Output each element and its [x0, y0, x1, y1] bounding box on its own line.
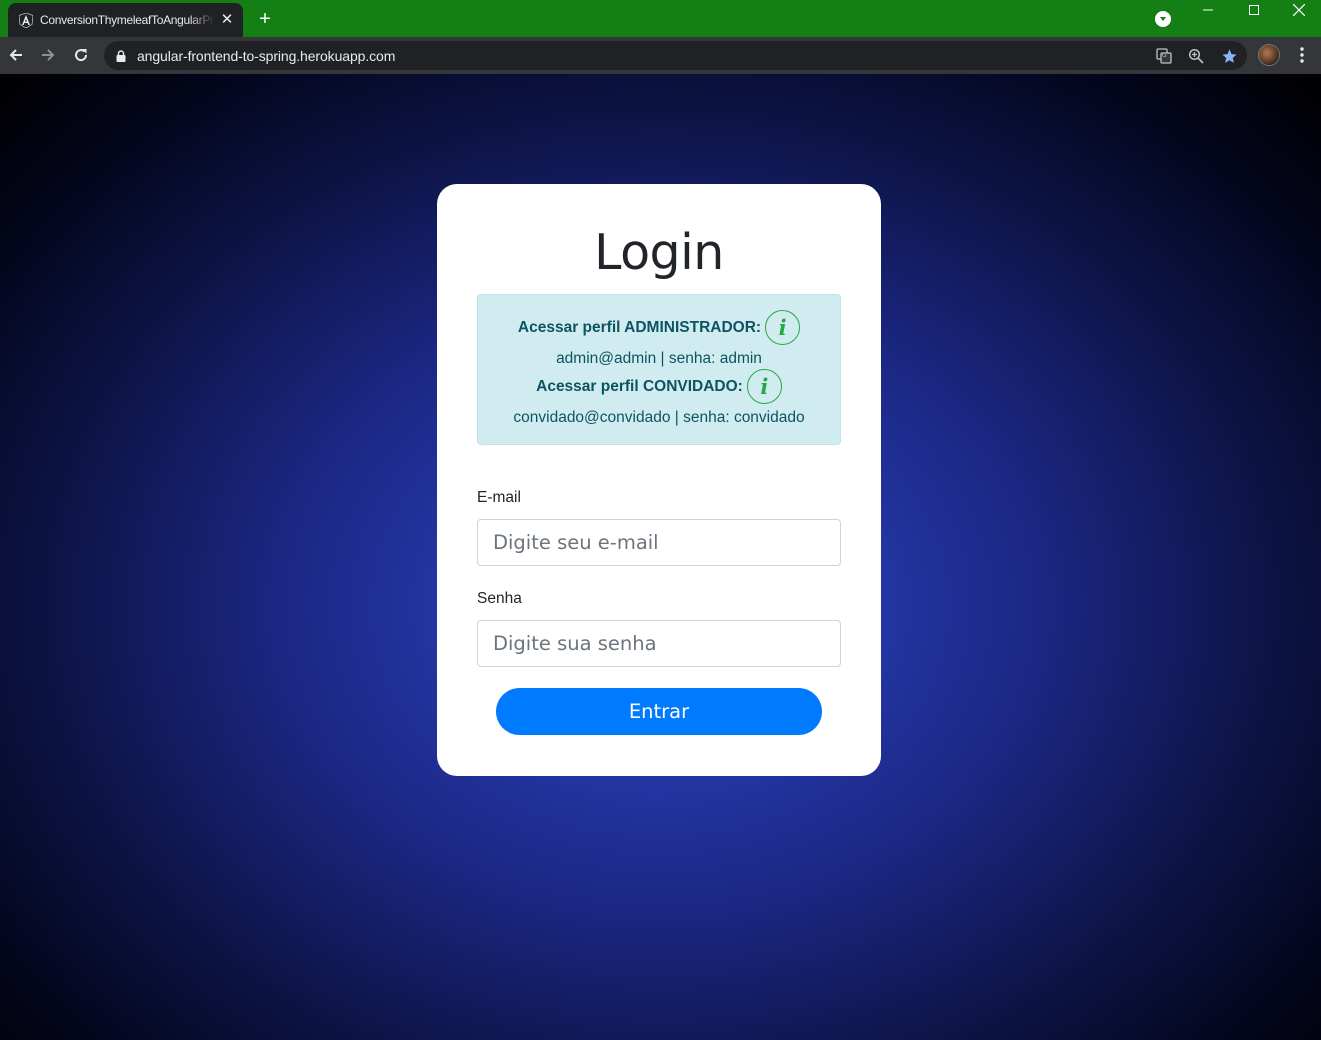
credentials-alert: Acessar perfil ADMINISTRADOR: i admin@ad… — [477, 294, 841, 445]
back-icon[interactable] — [4, 43, 28, 67]
admin-profile-line: Acessar perfil ADMINISTRADOR: i — [478, 310, 840, 345]
translate-icon[interactable]: G — [1154, 46, 1174, 66]
guest-profile-label: Acessar perfil CONVIDADO: — [536, 377, 743, 395]
page-background: Login Acessar perfil ADMINISTRADOR: i ad… — [0, 74, 1321, 1040]
password-label: Senha — [477, 590, 522, 607]
login-card: Login Acessar perfil ADMINISTRADOR: i ad… — [437, 184, 881, 776]
browser-tab[interactable]: ConversionThymeleafToAngularProject ✕ — [8, 3, 243, 37]
admin-profile-label: Acessar perfil ADMINISTRADOR: — [517, 318, 762, 336]
address-bar[interactable]: angular-frontend-to-spring.herokuapp.com… — [104, 41, 1247, 70]
angular-icon — [18, 12, 34, 28]
more-menu-icon[interactable] — [1292, 44, 1312, 66]
download-icon[interactable] — [1155, 11, 1171, 27]
close-window-icon[interactable] — [1276, 0, 1321, 20]
svg-text:G: G — [1162, 52, 1167, 59]
page-title: Login — [594, 224, 724, 281]
browser-toolbar: angular-frontend-to-spring.herokuapp.com… — [0, 37, 1321, 74]
zoom-icon[interactable] — [1186, 46, 1206, 66]
profile-avatar[interactable] — [1258, 44, 1280, 66]
minimize-icon[interactable] — [1185, 0, 1231, 20]
url-text[interactable]: angular-frontend-to-spring.herokuapp.com — [137, 48, 395, 64]
tab-title: ConversionThymeleafToAngularProject — [40, 13, 215, 27]
guest-credentials: convidado@convidado | senha: convidado — [513, 409, 805, 426]
info-icon[interactable]: i — [765, 310, 801, 345]
password-field[interactable] — [477, 620, 841, 667]
bookmark-star-icon[interactable] — [1219, 46, 1239, 66]
maximize-icon[interactable] — [1231, 0, 1277, 20]
reload-icon[interactable] — [69, 43, 93, 67]
guest-profile-line: Acessar perfil CONVIDADO: i — [478, 369, 840, 404]
forward-icon[interactable] — [36, 43, 60, 67]
browser-tab-bar: ConversionThymeleafToAngularProject ✕ + — [0, 0, 1321, 37]
email-field[interactable] — [477, 519, 841, 566]
admin-credentials: admin@admin | senha: admin — [556, 350, 762, 367]
info-icon[interactable]: i — [746, 369, 782, 404]
close-tab-icon[interactable]: ✕ — [219, 12, 235, 28]
email-label: E-mail — [477, 489, 521, 506]
lock-icon[interactable] — [116, 49, 126, 67]
new-tab-icon[interactable]: + — [254, 8, 276, 30]
login-button[interactable]: Entrar — [496, 688, 822, 735]
